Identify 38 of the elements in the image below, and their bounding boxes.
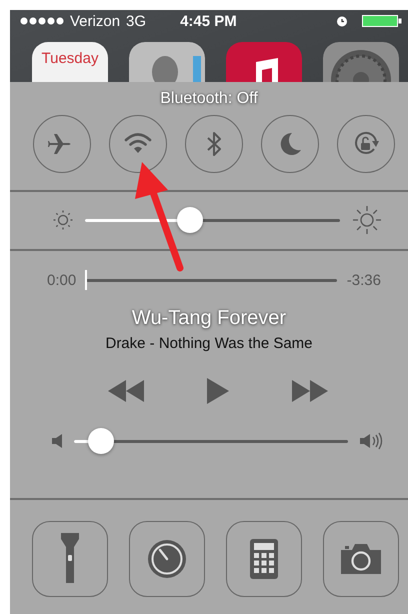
bluetooth-toggle[interactable] bbox=[185, 115, 243, 173]
status-message: Bluetooth: Off bbox=[160, 89, 258, 108]
remaining-time: -3:36 bbox=[346, 272, 381, 288]
calendar-app-icon[interactable]: Tuesday bbox=[32, 42, 108, 82]
dim-sun-icon bbox=[53, 210, 73, 230]
slider-thumb[interactable] bbox=[88, 428, 114, 454]
slider-thumb[interactable] bbox=[176, 207, 203, 233]
calendar-day: Tuesday bbox=[42, 50, 98, 67]
battery-icon bbox=[362, 15, 402, 27]
elapsed-time: 0:00 bbox=[47, 272, 76, 288]
speaker-icon bbox=[52, 434, 62, 448]
timer-icon bbox=[147, 539, 187, 579]
alarm-clock-icon bbox=[336, 15, 348, 27]
airplane-toggle[interactable] bbox=[33, 115, 91, 173]
rotation-lock-toggle[interactable] bbox=[337, 115, 395, 173]
status-time: 4:45 PM bbox=[180, 12, 237, 30]
signal-strength-icon bbox=[20, 17, 64, 25]
artist-album: Drake - Nothing Was the Same bbox=[105, 334, 313, 354]
song-title: Wu-Tang Forever bbox=[132, 306, 286, 330]
camera-button[interactable] bbox=[323, 521, 399, 597]
play-icon[interactable] bbox=[207, 378, 229, 404]
loud-speaker-icon bbox=[360, 432, 384, 450]
timer-button[interactable] bbox=[129, 521, 205, 597]
flashlight-button[interactable] bbox=[32, 521, 108, 597]
camera-icon bbox=[341, 544, 381, 574]
volume-slider[interactable] bbox=[74, 427, 348, 455]
calculator-button[interactable] bbox=[226, 521, 302, 597]
flashlight-icon bbox=[61, 533, 79, 585]
carrier-name: Verizon bbox=[70, 12, 120, 30]
moon-toggle[interactable] bbox=[261, 115, 319, 173]
rewind-icon[interactable] bbox=[108, 380, 144, 402]
calculator-icon bbox=[250, 539, 278, 579]
brightness-slider[interactable] bbox=[85, 206, 340, 234]
bright-sun-icon bbox=[352, 205, 382, 235]
network-type: 3G bbox=[126, 12, 146, 30]
playback-scrubber[interactable] bbox=[86, 269, 337, 291]
playhead[interactable] bbox=[85, 270, 88, 290]
fast-forward-icon[interactable] bbox=[292, 380, 328, 402]
